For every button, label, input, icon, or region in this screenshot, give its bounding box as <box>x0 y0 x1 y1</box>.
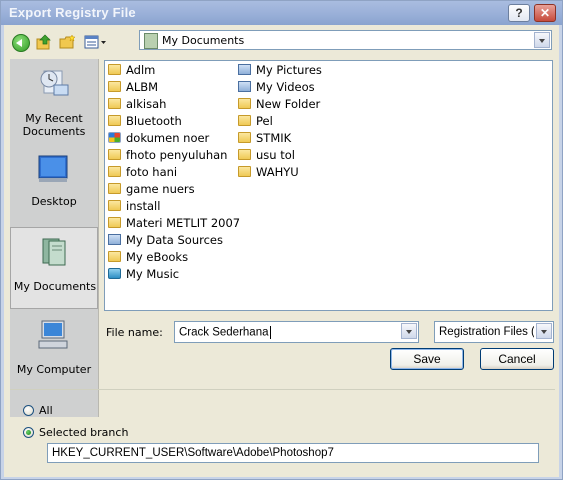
folder-icon <box>238 166 251 177</box>
file-list[interactable]: Adlm ALBM alkisah Bluetooth dokumen noer… <box>104 60 553 311</box>
chevron-down-icon[interactable] <box>401 323 417 339</box>
desktop-icon <box>38 155 68 182</box>
folder-icon <box>108 115 121 126</box>
file-item[interactable]: My Videos <box>238 79 315 96</box>
folder-icon <box>238 149 251 160</box>
folder-icon <box>108 64 121 75</box>
file-item[interactable]: fhoto penyuluhan <box>108 147 227 164</box>
file-name-value: Crack Sederhana <box>179 326 271 339</box>
radio-selected-branch[interactable] <box>23 427 34 438</box>
up-folder-icon[interactable] <box>36 34 52 50</box>
my-documents-icon <box>42 238 66 266</box>
file-item[interactable]: STMIK <box>238 130 291 147</box>
save-button[interactable]: Save <box>390 348 464 370</box>
file-item[interactable]: My Data Sources <box>108 232 223 249</box>
videos-folder-icon <box>238 81 251 92</box>
my-documents-small-icon <box>144 33 158 49</box>
place-my-documents[interactable]: My Documents <box>10 227 98 309</box>
help-button[interactable]: ? <box>508 4 530 22</box>
window-title: Export Registry File <box>9 5 136 20</box>
folder-icon <box>108 217 121 228</box>
data-sources-icon <box>108 234 121 245</box>
place-label: Desktop <box>31 195 77 208</box>
pictures-folder-icon <box>238 64 251 75</box>
recent-documents-icon <box>40 70 69 96</box>
folder-icon <box>108 81 121 92</box>
folder-icon <box>108 183 121 194</box>
folder-icon <box>238 98 251 109</box>
export-registry-dialog: Export Registry File ? ✕ My Documents My… <box>0 0 563 480</box>
my-computer-icon <box>38 320 68 349</box>
title-bar[interactable]: Export Registry File ? ✕ <box>1 1 562 25</box>
windows-folder-icon <box>108 132 121 143</box>
file-item[interactable]: My Music <box>108 266 179 283</box>
folder-icon <box>108 251 121 262</box>
file-item[interactable]: install <box>108 198 160 215</box>
place-label: My Documents <box>13 280 97 293</box>
file-item[interactable]: alkisah <box>108 96 166 113</box>
file-item[interactable]: My Pictures <box>238 62 322 79</box>
file-item[interactable]: ALBM <box>108 79 158 96</box>
folder-icon <box>108 98 121 109</box>
selected-branch-value: HKEY_CURRENT_USER\Software\Adobe\Photosh… <box>52 447 334 459</box>
look-in-value: My Documents <box>162 34 245 47</box>
file-item[interactable]: foto hani <box>108 164 177 181</box>
file-name-label: File name: <box>106 326 163 339</box>
close-button[interactable]: ✕ <box>534 4 556 22</box>
folder-icon <box>108 200 121 211</box>
folder-icon <box>108 166 121 177</box>
file-item[interactable]: game nuers <box>108 181 195 198</box>
chevron-down-icon[interactable] <box>536 323 552 339</box>
dialog-body: My Documents My Recent Documents Desktop… <box>4 25 559 477</box>
look-in-dropdown[interactable]: My Documents <box>139 30 552 50</box>
radio-all[interactable] <box>23 405 34 416</box>
file-item[interactable]: Adlm <box>108 62 155 79</box>
chevron-down-icon[interactable] <box>534 32 550 48</box>
music-folder-icon <box>108 268 121 279</box>
text-caret <box>269 326 271 339</box>
place-label: My Recent Documents <box>22 112 86 138</box>
back-icon[interactable] <box>12 34 30 52</box>
views-menu-icon[interactable] <box>84 34 108 50</box>
file-item[interactable]: My eBooks <box>108 249 188 266</box>
place-desktop[interactable]: Desktop <box>10 145 98 227</box>
file-item[interactable]: WAHYU <box>238 164 299 181</box>
folder-icon <box>238 115 251 126</box>
file-type-value: Registration Files (*.reg) <box>439 326 534 338</box>
new-folder-icon[interactable] <box>59 34 77 50</box>
place-label: My Computer <box>16 363 92 376</box>
file-item[interactable]: dokumen noer <box>108 130 209 147</box>
folder-icon <box>238 132 251 143</box>
places-bar: My Recent Documents Desktop My Documents <box>10 59 99 417</box>
place-my-computer[interactable]: My Computer <box>10 311 98 393</box>
folder-icon <box>108 149 121 160</box>
file-name-input[interactable]: Crack Sederhana <box>174 321 419 343</box>
file-item[interactable]: New Folder <box>238 96 320 113</box>
file-type-dropdown[interactable]: Registration Files (*.reg) <box>434 321 554 343</box>
radio-selected-branch-label: Selected branch <box>39 426 129 439</box>
cancel-button[interactable]: Cancel <box>480 348 554 370</box>
file-item[interactable]: Pel <box>238 113 273 130</box>
file-item[interactable]: usu tol <box>238 147 295 164</box>
selected-branch-input[interactable]: HKEY_CURRENT_USER\Software\Adobe\Photosh… <box>47 443 539 463</box>
file-item[interactable]: Materi METLIT 2007 <box>108 215 240 232</box>
file-item[interactable]: Bluetooth <box>108 113 182 130</box>
place-my-recent-documents[interactable]: My Recent Documents <box>10 61 98 143</box>
radio-all-label: All <box>39 404 53 417</box>
